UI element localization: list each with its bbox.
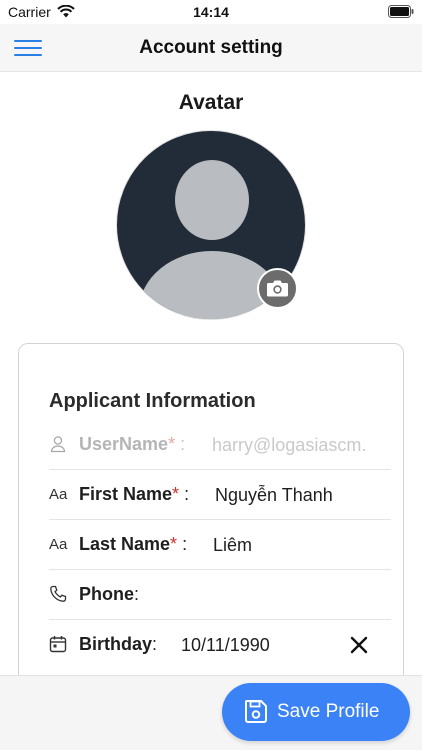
clock: 14:14: [193, 4, 229, 20]
close-icon[interactable]: [349, 635, 369, 655]
first-name-field[interactable]: Nguyễn Thanh: [215, 485, 391, 506]
username-label: UserName* :: [79, 434, 186, 454]
username-row: UserName* : harry@logasiascm.: [49, 420, 391, 470]
save-profile-button[interactable]: Save Profile: [222, 683, 410, 741]
phone-field[interactable]: [149, 585, 391, 605]
text-format-icon: Aa: [49, 536, 68, 553]
battery-icon: [388, 5, 414, 23]
username-field: harry@logasiascm.: [212, 435, 367, 455]
first-name-label: First Name* :: [79, 484, 190, 504]
text-format-icon: Aa: [49, 486, 68, 503]
avatar-placeholder-head: [175, 160, 249, 240]
phone-row: Phone:: [49, 570, 391, 620]
phone-icon: [49, 585, 69, 605]
camera-icon[interactable]: [257, 268, 298, 309]
avatar-heading: Avatar: [178, 91, 244, 114]
last-name-field[interactable]: Liêm: [213, 535, 391, 556]
section-title: Applicant Information: [49, 390, 256, 412]
last-name-label: Last Name* :: [79, 534, 188, 554]
status-bar: Carrier 14:14: [0, 0, 422, 24]
first-name-row: Aa First Name* : Nguyễn Thanh: [49, 470, 391, 520]
birthday-field[interactable]: 10/11/1990: [181, 635, 331, 656]
navigation-bar: Account setting: [0, 24, 422, 72]
floppy-disk-icon: [245, 700, 267, 723]
calendar-icon: [49, 635, 69, 655]
birthday-label: Birthday:: [79, 634, 158, 654]
save-profile-label: Save Profile: [277, 701, 380, 722]
phone-label: Phone:: [79, 584, 140, 604]
last-name-row: Aa Last Name* : Liêm: [49, 520, 391, 570]
person-icon: [49, 435, 69, 455]
birthday-row: Birthday: 10/11/1990: [49, 620, 391, 670]
page-title: Account setting: [139, 37, 283, 58]
